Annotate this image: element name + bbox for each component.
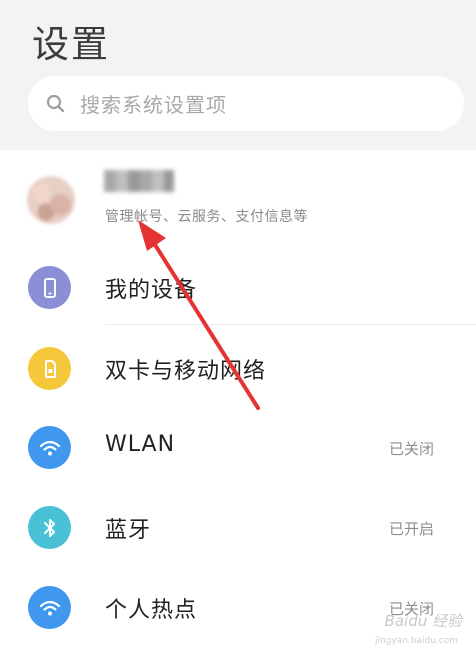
- watermark-url: jingyan.baidu.com: [374, 636, 458, 646]
- section-divider: [105, 324, 476, 325]
- search-bar[interactable]: 搜索系统设置项: [28, 76, 464, 131]
- status-text: 已开启: [388, 520, 434, 538]
- settings-item-label: 我的设备: [105, 278, 198, 303]
- sim-card-icon: [28, 347, 71, 390]
- settings-item-my-device[interactable]: 我的设备: [0, 246, 476, 326]
- settings-item-hotspot[interactable]: 个人热点 已关闭: [0, 566, 476, 646]
- search-icon: [46, 94, 65, 112]
- search-placeholder: 搜索系统设置项: [80, 93, 227, 117]
- settings-item-label: 双卡与移动网络: [105, 359, 267, 384]
- settings-item-label: WLAN: [105, 432, 176, 457]
- settings-item-dual-sim[interactable]: 双卡与移动网络: [0, 327, 476, 407]
- phone-icon: [28, 266, 71, 309]
- account-row[interactable]: 管理帐号、云服务、支付信息等: [0, 150, 476, 246]
- avatar: [27, 176, 75, 224]
- settings-header: 设置 搜索系统设置项: [0, 0, 476, 150]
- account-name-blurred: [104, 170, 174, 192]
- bluetooth-icon: [28, 506, 71, 549]
- page-title: 设置: [32, 23, 110, 66]
- wifi-icon: [28, 426, 71, 469]
- settings-item-bluetooth[interactable]: 蓝牙 已开启: [0, 486, 476, 566]
- account-subtitle: 管理帐号、云服务、支付信息等: [105, 209, 308, 225]
- status-text: 已关闭: [388, 440, 434, 458]
- settings-item-label: 蓝牙: [105, 518, 152, 543]
- watermark-brand: Baidu 经验: [384, 612, 462, 630]
- settings-item-label: 个人热点: [105, 598, 198, 623]
- hotspot-icon: [28, 586, 71, 629]
- settings-item-wlan[interactable]: WLAN 已关闭: [0, 406, 476, 486]
